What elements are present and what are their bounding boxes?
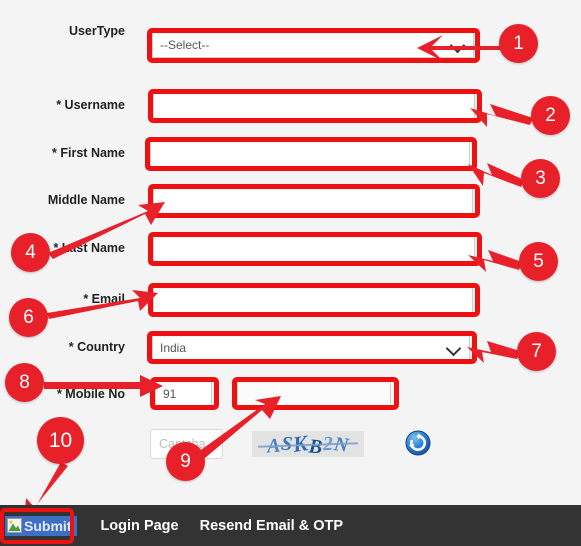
broken-image-icon xyxy=(7,518,22,533)
annotation-badge-9: 9 xyxy=(166,442,205,481)
usertype-select[interactable]: --Select-- xyxy=(152,32,474,58)
label-usertype: UserType xyxy=(68,24,125,38)
usertype-select-value: --Select-- xyxy=(160,38,210,52)
form-row-middlename: Middle Name xyxy=(0,183,581,218)
badge-label: 1 xyxy=(513,32,524,54)
form-row-email: * Email xyxy=(0,282,581,317)
captcha-row: Captcha ASKB2N xyxy=(0,427,581,467)
annotation-badge-8: 8 xyxy=(5,363,44,402)
badge-label: 10 xyxy=(48,428,73,452)
username-input[interactable] xyxy=(153,93,475,119)
badge-label: 2 xyxy=(545,104,556,126)
badge-label: 5 xyxy=(533,250,544,272)
captcha-image: ASKB2N xyxy=(252,431,364,457)
badge-label: 4 xyxy=(25,241,36,263)
form-row-usertype: UserType --Select-- xyxy=(0,14,581,63)
country-select-value: India xyxy=(160,341,187,355)
annotation-badge-5: 5 xyxy=(519,242,558,281)
badge-label: 8 xyxy=(19,371,30,393)
label-country: * Country xyxy=(68,340,125,354)
label-middlename: Middle Name xyxy=(47,193,125,207)
form-row-lastname: * Last Name xyxy=(0,231,581,266)
submit-button-label: Submit xyxy=(24,517,72,534)
form-row-country: * Country India xyxy=(0,330,581,364)
refresh-icon[interactable] xyxy=(405,430,431,456)
mobile-country-code-input[interactable]: 91 xyxy=(155,381,212,407)
mobile-country-code-value: 91 xyxy=(163,387,177,401)
resend-email-otp-link[interactable]: Resend Email & OTP xyxy=(200,518,343,534)
mobile-number-input[interactable] xyxy=(237,381,391,407)
chevron-down-icon xyxy=(449,37,466,54)
registration-form-page: UserType --Select-- * Username * First N… xyxy=(0,0,581,546)
annotation-badge-7: 7 xyxy=(517,332,556,371)
badge-label: 9 xyxy=(180,450,191,472)
email-input[interactable] xyxy=(153,287,473,313)
firstname-input[interactable] xyxy=(150,141,470,167)
form-row-mobile: * Mobile No 91 xyxy=(0,377,581,411)
bottom-action-bar: Submit Login Page Resend Email & OTP xyxy=(0,505,581,546)
annotation-badge-4: 4 xyxy=(11,233,50,272)
annotation-badge-2: 2 xyxy=(531,96,570,135)
middlename-input[interactable] xyxy=(153,188,473,214)
annotation-badge-1: 1 xyxy=(499,24,538,63)
badge-label: 7 xyxy=(531,340,542,362)
label-firstname: * First Name xyxy=(52,146,125,160)
annotation-badge-6: 6 xyxy=(9,298,48,337)
submit-button[interactable]: Submit xyxy=(5,515,78,536)
country-select[interactable]: India xyxy=(152,335,470,361)
lastname-input[interactable] xyxy=(153,236,475,262)
badge-label: 3 xyxy=(535,167,546,189)
login-page-link[interactable]: Login Page xyxy=(100,518,178,534)
usertype-underline xyxy=(150,58,480,60)
chevron-down-icon xyxy=(445,340,462,357)
annotation-badge-10: 10 xyxy=(37,417,84,464)
form-row-firstname: * First Name xyxy=(0,136,581,171)
label-username: * Username xyxy=(56,98,125,112)
form-row-username: * Username xyxy=(0,88,581,123)
annotation-badge-3: 3 xyxy=(521,159,560,198)
badge-label: 6 xyxy=(23,306,34,328)
